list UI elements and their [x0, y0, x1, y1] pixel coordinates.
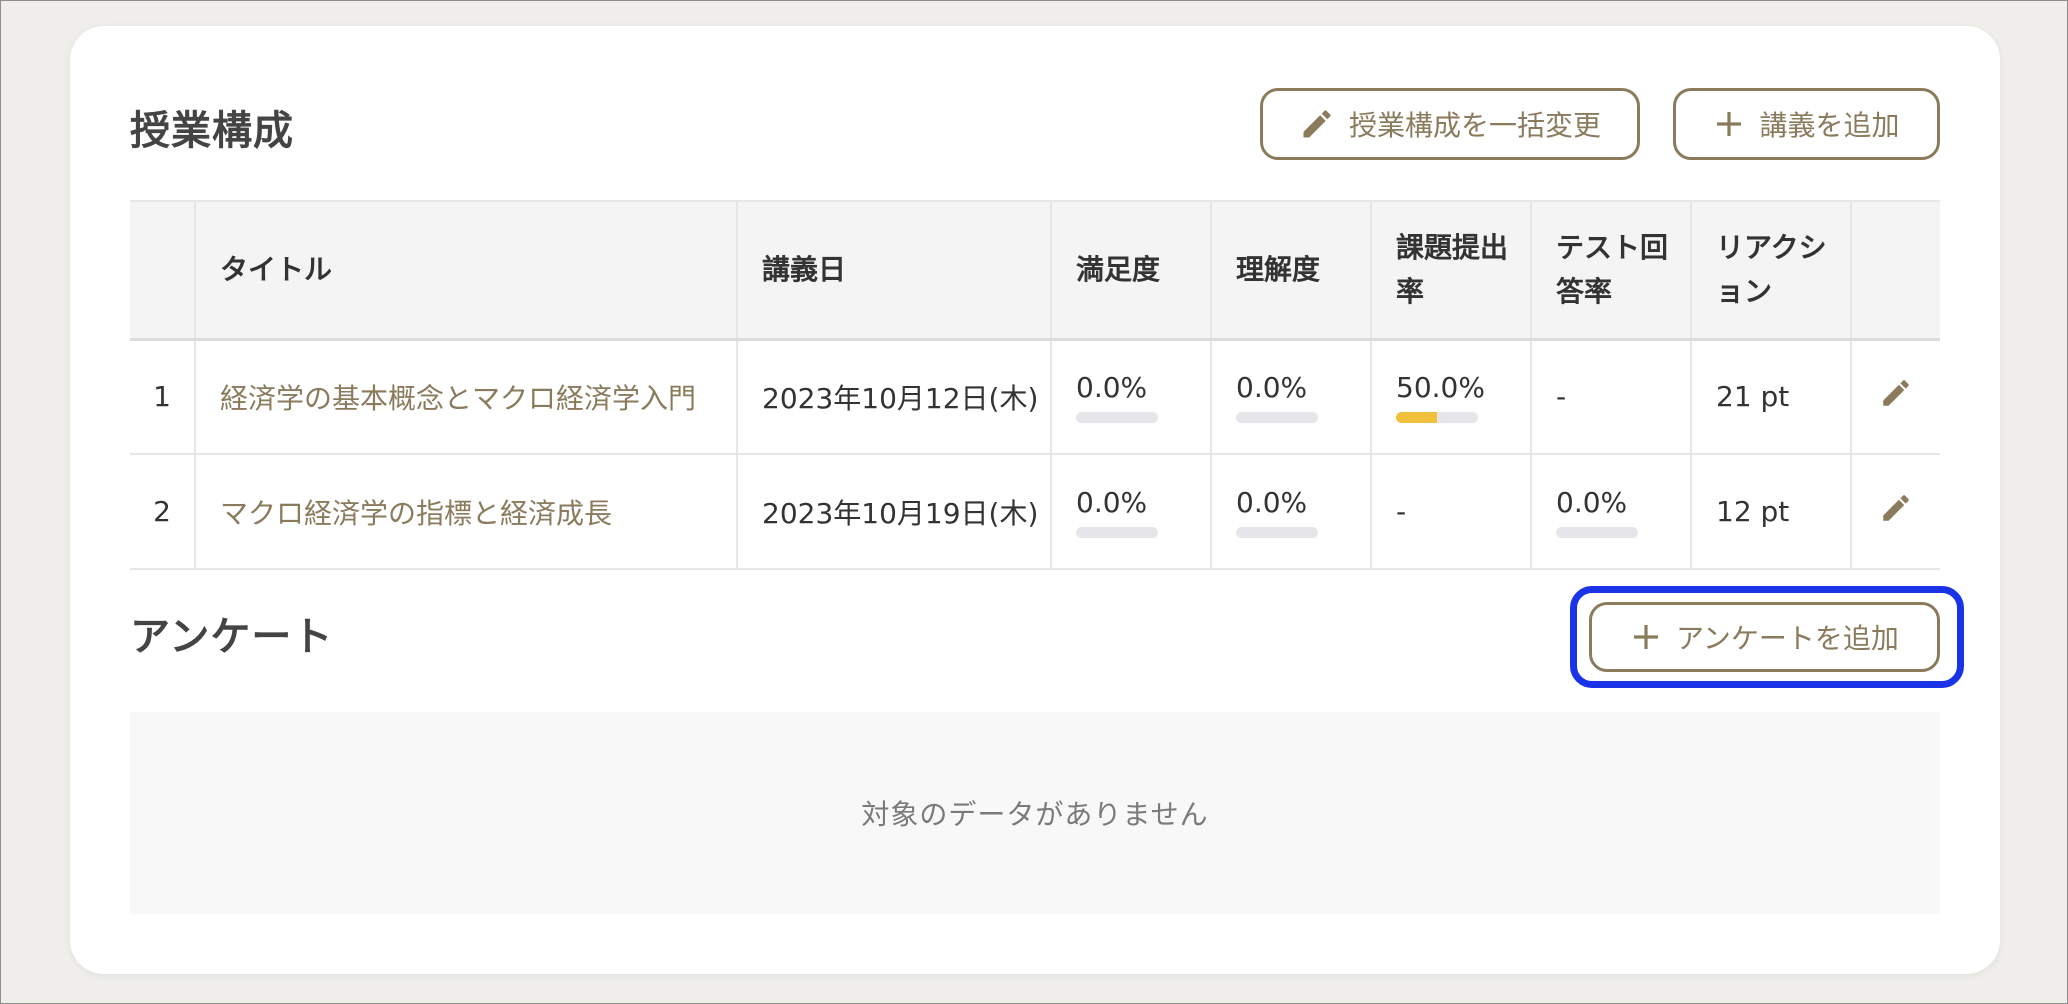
header-date: 講義日 — [736, 200, 1052, 341]
header-assignment-rate: 課題提出率 — [1370, 200, 1532, 341]
reaction-value: 21 pt — [1690, 338, 1852, 455]
understanding-value: 0.0% — [1236, 370, 1308, 404]
course-section-title: 授業構成 — [130, 108, 294, 154]
table-row: 1 経済学の基本概念とマクロ経済学入門 2023年10月12日(木) 0.0% … — [130, 338, 1940, 455]
row-number: 2 — [130, 453, 196, 570]
survey-section-title: アンケート — [130, 614, 334, 660]
header-test-rate: テスト回答率 — [1530, 200, 1692, 341]
table-row: 2 マクロ経済学の指標と経済成長 2023年10月19日(木) 0.0% 0.0… — [130, 453, 1940, 570]
plus-icon — [1713, 108, 1745, 140]
understanding-value: 0.0% — [1236, 485, 1308, 519]
understanding-cell: 0.0% — [1210, 338, 1372, 455]
header-understanding: 理解度 — [1210, 200, 1372, 341]
add-lecture-button[interactable]: 講義を追加 — [1673, 88, 1940, 160]
understanding-progress-bar — [1236, 526, 1318, 538]
lecture-title-link[interactable]: 経済学の基本概念とマクロ経済学入門 — [194, 338, 738, 455]
reaction-value: 12 pt — [1690, 453, 1852, 570]
row-number: 1 — [130, 338, 196, 455]
assignment-rate-value: - — [1370, 453, 1532, 570]
plus-icon — [1630, 621, 1662, 653]
satisfaction-progress-bar — [1076, 526, 1158, 538]
assignment-rate-progress-bar — [1396, 411, 1478, 423]
test-rate-value: - — [1530, 338, 1692, 455]
header-actions — [1850, 200, 1940, 341]
bulk-edit-button[interactable]: 授業構成を一括変更 — [1260, 88, 1640, 160]
test-rate-cell: 0.0% — [1530, 453, 1692, 570]
assignment-rate-cell: 50.0% — [1370, 338, 1532, 455]
header-number — [130, 200, 196, 341]
bulk-edit-label: 授業構成を一括変更 — [1348, 109, 1601, 142]
header-satisfaction: 満足度 — [1050, 200, 1212, 341]
header-reaction: リアクション — [1690, 200, 1852, 341]
edit-cell — [1850, 338, 1940, 455]
understanding-progress-bar — [1236, 411, 1318, 423]
satisfaction-value: 0.0% — [1076, 370, 1148, 404]
add-lecture-label: 講義を追加 — [1759, 109, 1900, 142]
empty-state: 対象のデータがありません — [130, 712, 1940, 914]
empty-state-message: 対象のデータがありません — [861, 798, 1209, 831]
satisfaction-value: 0.0% — [1076, 485, 1148, 519]
header-title: タイトル — [194, 200, 738, 341]
edit-icon[interactable] — [1879, 380, 1913, 417]
test-rate-value: 0.0% — [1556, 485, 1628, 519]
add-survey-label: アンケートを追加 — [1676, 622, 1899, 655]
understanding-cell: 0.0% — [1210, 453, 1372, 570]
pencil-icon — [1299, 106, 1335, 142]
lecture-title-link[interactable]: マクロ経済学の指標と経済成長 — [194, 453, 738, 570]
lecture-date: 2023年10月19日(木) — [736, 453, 1052, 570]
lecture-date: 2023年10月12日(木) — [736, 338, 1052, 455]
edit-cell — [1850, 453, 1940, 570]
satisfaction-cell: 0.0% — [1050, 338, 1212, 455]
table-header-row: タイトル 講義日 満足度 理解度 課題提出率 テスト回答率 リアクション — [130, 200, 1940, 341]
add-survey-button[interactable]: アンケートを追加 — [1589, 602, 1940, 672]
satisfaction-cell: 0.0% — [1050, 453, 1212, 570]
course-table: タイトル 講義日 満足度 理解度 課題提出率 テスト回答率 リアクション 1 経… — [130, 200, 1940, 570]
assignment-rate-value: 50.0% — [1396, 370, 1485, 404]
satisfaction-progress-bar — [1076, 411, 1158, 423]
test-rate-progress-bar — [1556, 526, 1638, 538]
edit-icon[interactable] — [1879, 495, 1913, 532]
